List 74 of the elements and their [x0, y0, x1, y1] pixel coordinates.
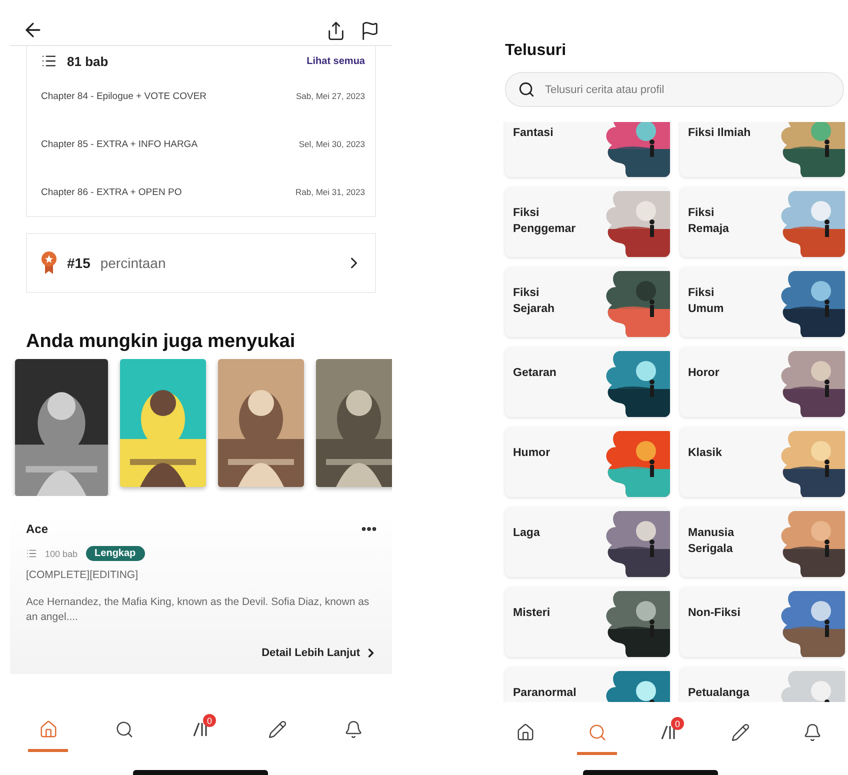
category-label: Paranormal	[513, 686, 577, 701]
category-label: Laga	[513, 526, 541, 541]
nav-tab[interactable]: 0	[648, 715, 689, 755]
search-icon	[115, 720, 134, 739]
search-field[interactable]: Telusuri cerita atau profil	[505, 72, 844, 107]
book-description: Ace Hernandez, the Mafia King, known as the Devil. Sofia Diaz, known as an angel....	[26, 595, 370, 626]
home-icon	[516, 723, 536, 742]
category-label: Horor	[688, 366, 720, 381]
chapter-date: Sel, Mei 30, 2023	[298, 139, 365, 149]
count-badge: 0	[670, 717, 684, 730]
bell-icon	[344, 720, 364, 739]
book-title: Ace	[26, 522, 48, 536]
search-icon	[518, 81, 535, 98]
award-icon	[41, 251, 57, 275]
status-badge: Lengkap	[86, 546, 145, 561]
category-card[interactable]: Getaran	[505, 347, 670, 417]
category-label: Getaran	[513, 366, 558, 381]
category-card[interactable]: Fiksi Ilmiah	[680, 122, 845, 177]
nav-tab[interactable]: 0	[180, 712, 221, 752]
more-details-link[interactable]: Detail Lebih Lanjut	[262, 646, 378, 660]
category-label: Petualanga	[688, 686, 750, 701]
pencil-icon	[268, 720, 287, 739]
chapter-title: Chapter 86 - EXTRA + OPEN PO	[41, 186, 182, 198]
section-heading: Anda mungkin juga menyukai	[26, 331, 296, 353]
chapter-title: Chapter 84 - Epilogue + VOTE COVER	[41, 90, 207, 102]
category-card[interactable]: Fiksi Penggemar	[505, 187, 670, 257]
pencil-icon	[731, 723, 750, 742]
category-card[interactable]: Laga	[505, 507, 670, 577]
category-label: Manusia Serigala	[688, 526, 736, 557]
category-label: Non-Fiksi	[688, 606, 742, 621]
category-label: Humor	[513, 446, 552, 461]
rank-number: #15	[67, 255, 90, 271]
share-button[interactable]	[326, 21, 346, 41]
chapter-row[interactable]: Chapter 85 - EXTRA + INFO HARGA Sel, Mei 30, 2023	[27, 120, 375, 168]
chapter-row[interactable]: Chapter 84 - Epilogue + VOTE COVER Sab, Mei 27, 2023	[27, 72, 375, 120]
category-label: Fiksi Remaja	[688, 206, 730, 237]
category-card[interactable]: Humor	[505, 427, 670, 497]
category-card[interactable]: Non-Fiksi	[680, 587, 845, 657]
category-card[interactable]: Horor	[680, 347, 845, 417]
category-card[interactable]: Fantasi	[505, 122, 670, 177]
part-count: 100 bab	[45, 548, 78, 558]
category-label: Fiksi Sejarah	[513, 286, 556, 317]
chapter-title: Chapter 85 - EXTRA + INFO HARGA	[41, 138, 198, 150]
count-badge: 0	[202, 714, 216, 727]
search-input[interactable]: Telusuri cerita atau profil	[543, 82, 831, 96]
category-card[interactable]: Fiksi Umum	[680, 267, 845, 337]
see-all-link[interactable]: Lihat semua	[306, 56, 365, 66]
home-icon	[38, 720, 58, 739]
category-label: Klasik	[688, 446, 723, 461]
rank-category: percintaan	[100, 255, 166, 271]
ranking-card[interactable]: #15 percintaan	[26, 233, 376, 293]
category-card[interactable]: Manusia Serigala	[680, 507, 845, 577]
category-label: Fiksi Ilmiah	[688, 126, 752, 141]
category-card[interactable]: Fiksi Sejarah	[505, 267, 670, 337]
category-card[interactable]: Misteri	[505, 587, 670, 657]
chapter-date: Sab, Mei 27, 2023	[296, 91, 365, 101]
category-card[interactable]: Fiksi Remaja	[680, 187, 845, 257]
category-card[interactable]: Petualanga	[680, 667, 845, 702]
list-icon	[41, 53, 57, 69]
category-label: Fiksi Umum	[688, 286, 725, 317]
chapter-date: Rab, Mei 31, 2023	[296, 187, 365, 197]
book-tags: [COMPLETE][EDITING]	[26, 569, 138, 581]
category-card[interactable]: Klasik	[680, 427, 845, 497]
chapter-count: 81 bab	[67, 54, 108, 68]
category-label: Fiksi Penggemar	[513, 206, 577, 237]
bell-icon	[802, 723, 822, 742]
search-icon	[588, 723, 607, 742]
chapter-row[interactable]: Chapter 86 - EXTRA + OPEN PO Rab, Mei 31, 2023	[27, 168, 375, 216]
category-card[interactable]: Paranormal	[505, 667, 670, 702]
list-icon	[26, 548, 37, 559]
category-label: Misteri	[513, 606, 552, 621]
flag-button[interactable]	[360, 21, 380, 41]
category-label: Fantasi	[513, 126, 554, 141]
page-title: Telusuri	[505, 42, 568, 60]
